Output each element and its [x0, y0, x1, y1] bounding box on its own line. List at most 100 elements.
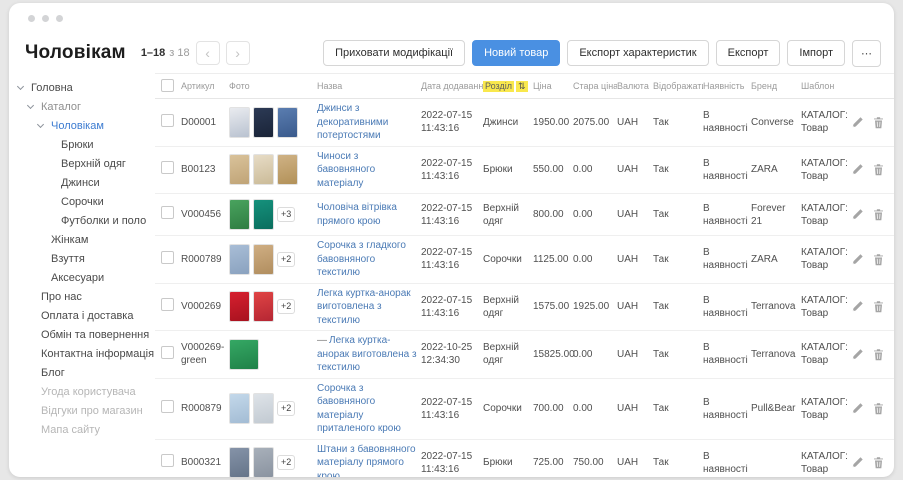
- prev-page-button[interactable]: ‹: [196, 41, 220, 65]
- more-photos-badge[interactable]: +2: [277, 455, 295, 470]
- sidebar-item[interactable]: Джинси: [18, 173, 155, 192]
- row-checkbox[interactable]: [161, 454, 174, 467]
- window-control-icon[interactable]: [42, 15, 49, 22]
- product-photo[interactable]: [253, 154, 274, 185]
- column-header-currency[interactable]: Валюта: [617, 81, 653, 91]
- edit-icon[interactable]: [851, 208, 864, 221]
- more-actions-button[interactable]: ⋯: [852, 40, 881, 67]
- sidebar-item[interactable]: Взуття: [18, 249, 155, 268]
- column-header-section-label[interactable]: Розділ: [483, 81, 514, 92]
- edit-icon[interactable]: [851, 163, 864, 176]
- sidebar-item[interactable]: Про нас: [18, 287, 155, 306]
- sidebar-item[interactable]: Аксесуари: [18, 268, 155, 287]
- column-header-price[interactable]: Ціна: [533, 81, 573, 91]
- column-header-name[interactable]: Назва: [317, 81, 421, 91]
- product-name-link[interactable]: Штани з бавовняного матеріалу прямого кр…: [317, 444, 416, 478]
- product-photo[interactable]: [229, 393, 250, 424]
- column-header-section[interactable]: Розділ⇅: [483, 81, 533, 92]
- product-name-link[interactable]: Чиноси з бавовняного матеріалу: [317, 151, 375, 189]
- sidebar-item[interactable]: Відгуки про магазин: [18, 401, 155, 420]
- sidebar-item[interactable]: Сорочки: [18, 192, 155, 211]
- product-photo[interactable]: [253, 199, 274, 230]
- delete-icon[interactable]: [872, 402, 885, 415]
- product-name-link[interactable]: Джинси з декоративними потертостями: [317, 103, 388, 141]
- window-control-icon[interactable]: [28, 15, 35, 22]
- hide-modifications-button[interactable]: Приховати модифікації: [323, 40, 465, 66]
- delete-icon[interactable]: [872, 456, 885, 469]
- row-checkbox[interactable]: [161, 114, 174, 127]
- delete-icon[interactable]: [872, 300, 885, 313]
- product-name-link[interactable]: Сорочка з бавовняного матеріалу притален…: [317, 383, 401, 435]
- product-photo[interactable]: [229, 244, 250, 275]
- product-photo[interactable]: [277, 154, 298, 185]
- sidebar-item[interactable]: Обмін та повернення: [18, 325, 155, 344]
- edit-icon[interactable]: [851, 300, 864, 313]
- sidebar-item[interactable]: Угода користувача: [18, 382, 155, 401]
- more-photos-badge[interactable]: +2: [277, 252, 295, 267]
- column-header-availability[interactable]: Наявність: [703, 81, 751, 91]
- export-characteristics-button[interactable]: Експорт характеристик: [567, 40, 708, 66]
- product-photo[interactable]: [277, 107, 298, 138]
- product-name-link[interactable]: Легка куртка-анорак виготовлена з тексти…: [317, 335, 417, 373]
- sidebar-item[interactable]: Мапа сайту: [18, 420, 155, 439]
- delete-icon[interactable]: [872, 253, 885, 266]
- row-checkbox[interactable]: [161, 161, 174, 174]
- product-name-link[interactable]: Легка куртка-анорак виготовлена з тексти…: [317, 288, 411, 326]
- more-photos-badge[interactable]: +2: [277, 299, 295, 314]
- column-header-sku[interactable]: Артикул: [181, 81, 229, 91]
- product-photo[interactable]: [253, 291, 274, 322]
- delete-icon[interactable]: [872, 348, 885, 361]
- delete-icon[interactable]: [872, 116, 885, 129]
- sidebar-item[interactable]: Жінкам: [18, 230, 155, 249]
- column-header-old-price[interactable]: Стара ціна: [573, 81, 617, 91]
- more-photos-badge[interactable]: +3: [277, 207, 295, 222]
- product-photo[interactable]: [229, 107, 250, 138]
- product-photo[interactable]: [253, 393, 274, 424]
- sidebar-item[interactable]: Верхній одяг: [18, 154, 155, 173]
- column-header-date[interactable]: Дата додавання: [421, 81, 483, 91]
- sidebar-item[interactable]: Брюки: [18, 135, 155, 154]
- sidebar-item[interactable]: Футболки и поло: [18, 211, 155, 230]
- sidebar-item[interactable]: Каталог: [18, 97, 155, 116]
- export-button[interactable]: Експорт: [716, 40, 781, 66]
- sidebar-item[interactable]: Контактна інформація: [18, 344, 155, 363]
- row-checkbox[interactable]: [161, 206, 174, 219]
- more-photos-badge[interactable]: +2: [277, 401, 295, 416]
- sidebar-item[interactable]: Оплата і доставка: [18, 306, 155, 325]
- column-header-display[interactable]: Відображати: [653, 81, 703, 91]
- product-photo[interactable]: [253, 107, 274, 138]
- row-checkbox[interactable]: [161, 400, 174, 413]
- row-checkbox[interactable]: [161, 346, 174, 359]
- sidebar-item-label: Жінкам: [51, 234, 88, 246]
- product-photo[interactable]: [229, 447, 250, 477]
- delete-icon[interactable]: [872, 208, 885, 221]
- product-photo[interactable]: [253, 447, 274, 477]
- sidebar-item[interactable]: Чоловікам: [18, 116, 155, 135]
- row-checkbox[interactable]: [161, 298, 174, 311]
- column-header-template[interactable]: Шаблон: [801, 81, 851, 91]
- product-photo[interactable]: [229, 291, 250, 322]
- sidebar-item[interactable]: Блог: [18, 363, 155, 382]
- delete-icon[interactable]: [872, 163, 885, 176]
- product-photo[interactable]: [229, 154, 250, 185]
- edit-icon[interactable]: [851, 116, 864, 129]
- new-product-button[interactable]: Новий товар: [472, 40, 560, 66]
- sort-icon[interactable]: ⇅: [516, 81, 528, 92]
- product-name-link[interactable]: Сорочка з гладкого бавовняного текстилю: [317, 240, 406, 278]
- next-page-button[interactable]: ›: [226, 41, 250, 65]
- edit-icon[interactable]: [851, 456, 864, 469]
- sidebar-item[interactable]: Головна: [18, 78, 155, 97]
- import-button[interactable]: Імпорт: [787, 40, 845, 66]
- product-name-link[interactable]: Чоловіча вітрівка прямого крою: [317, 202, 397, 227]
- row-checkbox[interactable]: [161, 251, 174, 264]
- edit-icon[interactable]: [851, 253, 864, 266]
- product-photo[interactable]: [229, 199, 250, 230]
- product-photo[interactable]: [229, 339, 259, 370]
- edit-icon[interactable]: [851, 348, 864, 361]
- window-control-icon[interactable]: [56, 15, 63, 22]
- edit-icon[interactable]: [851, 402, 864, 415]
- select-all-checkbox[interactable]: [161, 79, 174, 92]
- column-header-brand[interactable]: Бренд: [751, 81, 801, 91]
- product-photo[interactable]: [253, 244, 274, 275]
- row-section: Верхній одяг: [483, 294, 533, 320]
